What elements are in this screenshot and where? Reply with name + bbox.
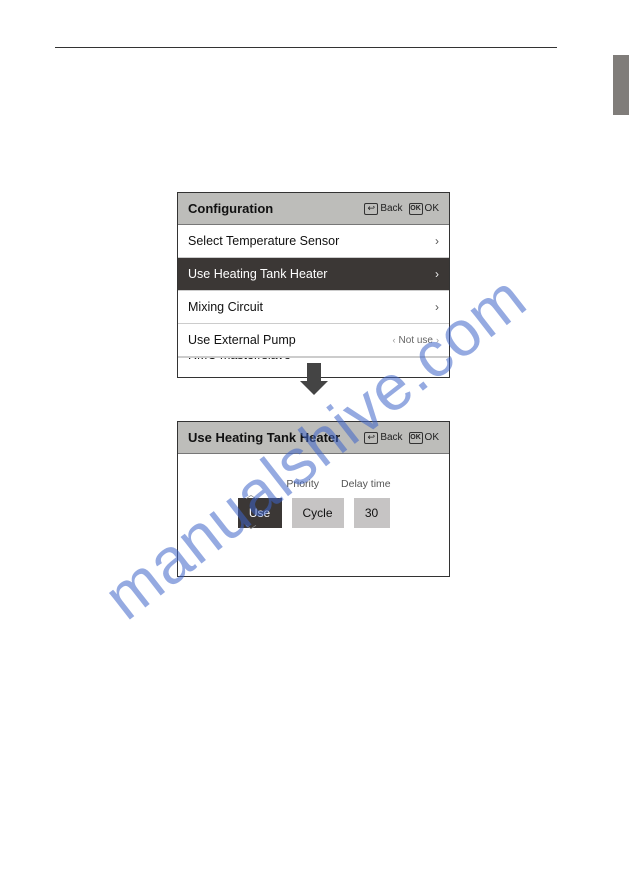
back-button[interactable]: ↩ Back [364, 203, 402, 215]
menu-label: Mixing Circuit [188, 300, 429, 314]
spinner-arrows[interactable]: ︿ ﹀ [242, 486, 260, 538]
chevron-up-icon[interactable]: ︿ [246, 486, 257, 502]
chevron-right-icon: › [435, 300, 439, 314]
arrow-down-icon [307, 363, 321, 381]
panel-title: Configuration [188, 201, 358, 216]
configuration-panel: Configuration ↩ Back OK OK Select Temper… [177, 192, 450, 378]
horizontal-rule [55, 47, 557, 48]
delay-chip[interactable]: 30 [354, 498, 390, 528]
back-icon: ↩ [364, 203, 378, 215]
panel-title: Use Heating Tank Heater [188, 430, 358, 445]
ok-icon: OK [409, 203, 423, 215]
back-label: Back [380, 203, 402, 214]
chevron-right-icon: › [436, 335, 439, 345]
ok-icon: OK [409, 432, 423, 444]
heating-tank-heater-panel: Use Heating Tank Heater ↩ Back OK OK Pri… [177, 421, 450, 577]
priority-label: Priority [286, 478, 319, 490]
panel-body: Priority Delay time ︿ ﹀ Use Cycle 30 [178, 454, 449, 576]
chevron-right-icon: › [435, 234, 439, 248]
chevron-down-icon[interactable]: ﹀ [246, 522, 257, 538]
ok-button[interactable]: OK OK [409, 432, 439, 444]
menu-label: Use Heating Tank Heater [188, 267, 429, 281]
back-label: Back [380, 432, 402, 443]
menu-item-use-external-pump[interactable]: Use External Pump ‹ Not use › [178, 324, 449, 357]
flow-arrow [177, 363, 450, 386]
panel-header: Use Heating Tank Heater ↩ Back OK OK [178, 422, 449, 454]
menu-label: Select Temperature Sensor [188, 234, 429, 248]
panel-header: Configuration ↩ Back OK OK [178, 193, 449, 225]
ok-label: OK [425, 203, 439, 214]
back-icon: ↩ [364, 432, 378, 444]
menu-item-mixing-circuit[interactable]: Mixing Circuit › [178, 291, 449, 324]
menu-item-select-temp-sensor[interactable]: Select Temperature Sensor › [178, 225, 449, 258]
priority-chip[interactable]: Cycle [292, 498, 344, 528]
ok-label: OK [425, 432, 439, 443]
page-thumb-tab [613, 55, 629, 115]
ok-button[interactable]: OK OK [409, 203, 439, 215]
chevron-left-icon: ‹ [393, 335, 396, 345]
delay-label: Delay time [341, 478, 391, 490]
chevron-right-icon: › [435, 267, 439, 281]
value-text: Not use [399, 335, 433, 346]
column-labels: Priority Delay time [238, 478, 439, 490]
value-row: ︿ ﹀ Use Cycle 30 [188, 498, 439, 528]
menu-label: RMC master/slave [188, 357, 439, 362]
menu-value: ‹ Not use › [393, 335, 439, 346]
menu-item-use-heating-tank-heater[interactable]: Use Heating Tank Heater › [178, 258, 449, 291]
back-button[interactable]: ↩ Back [364, 432, 402, 444]
menu-label: Use External Pump [188, 333, 393, 347]
